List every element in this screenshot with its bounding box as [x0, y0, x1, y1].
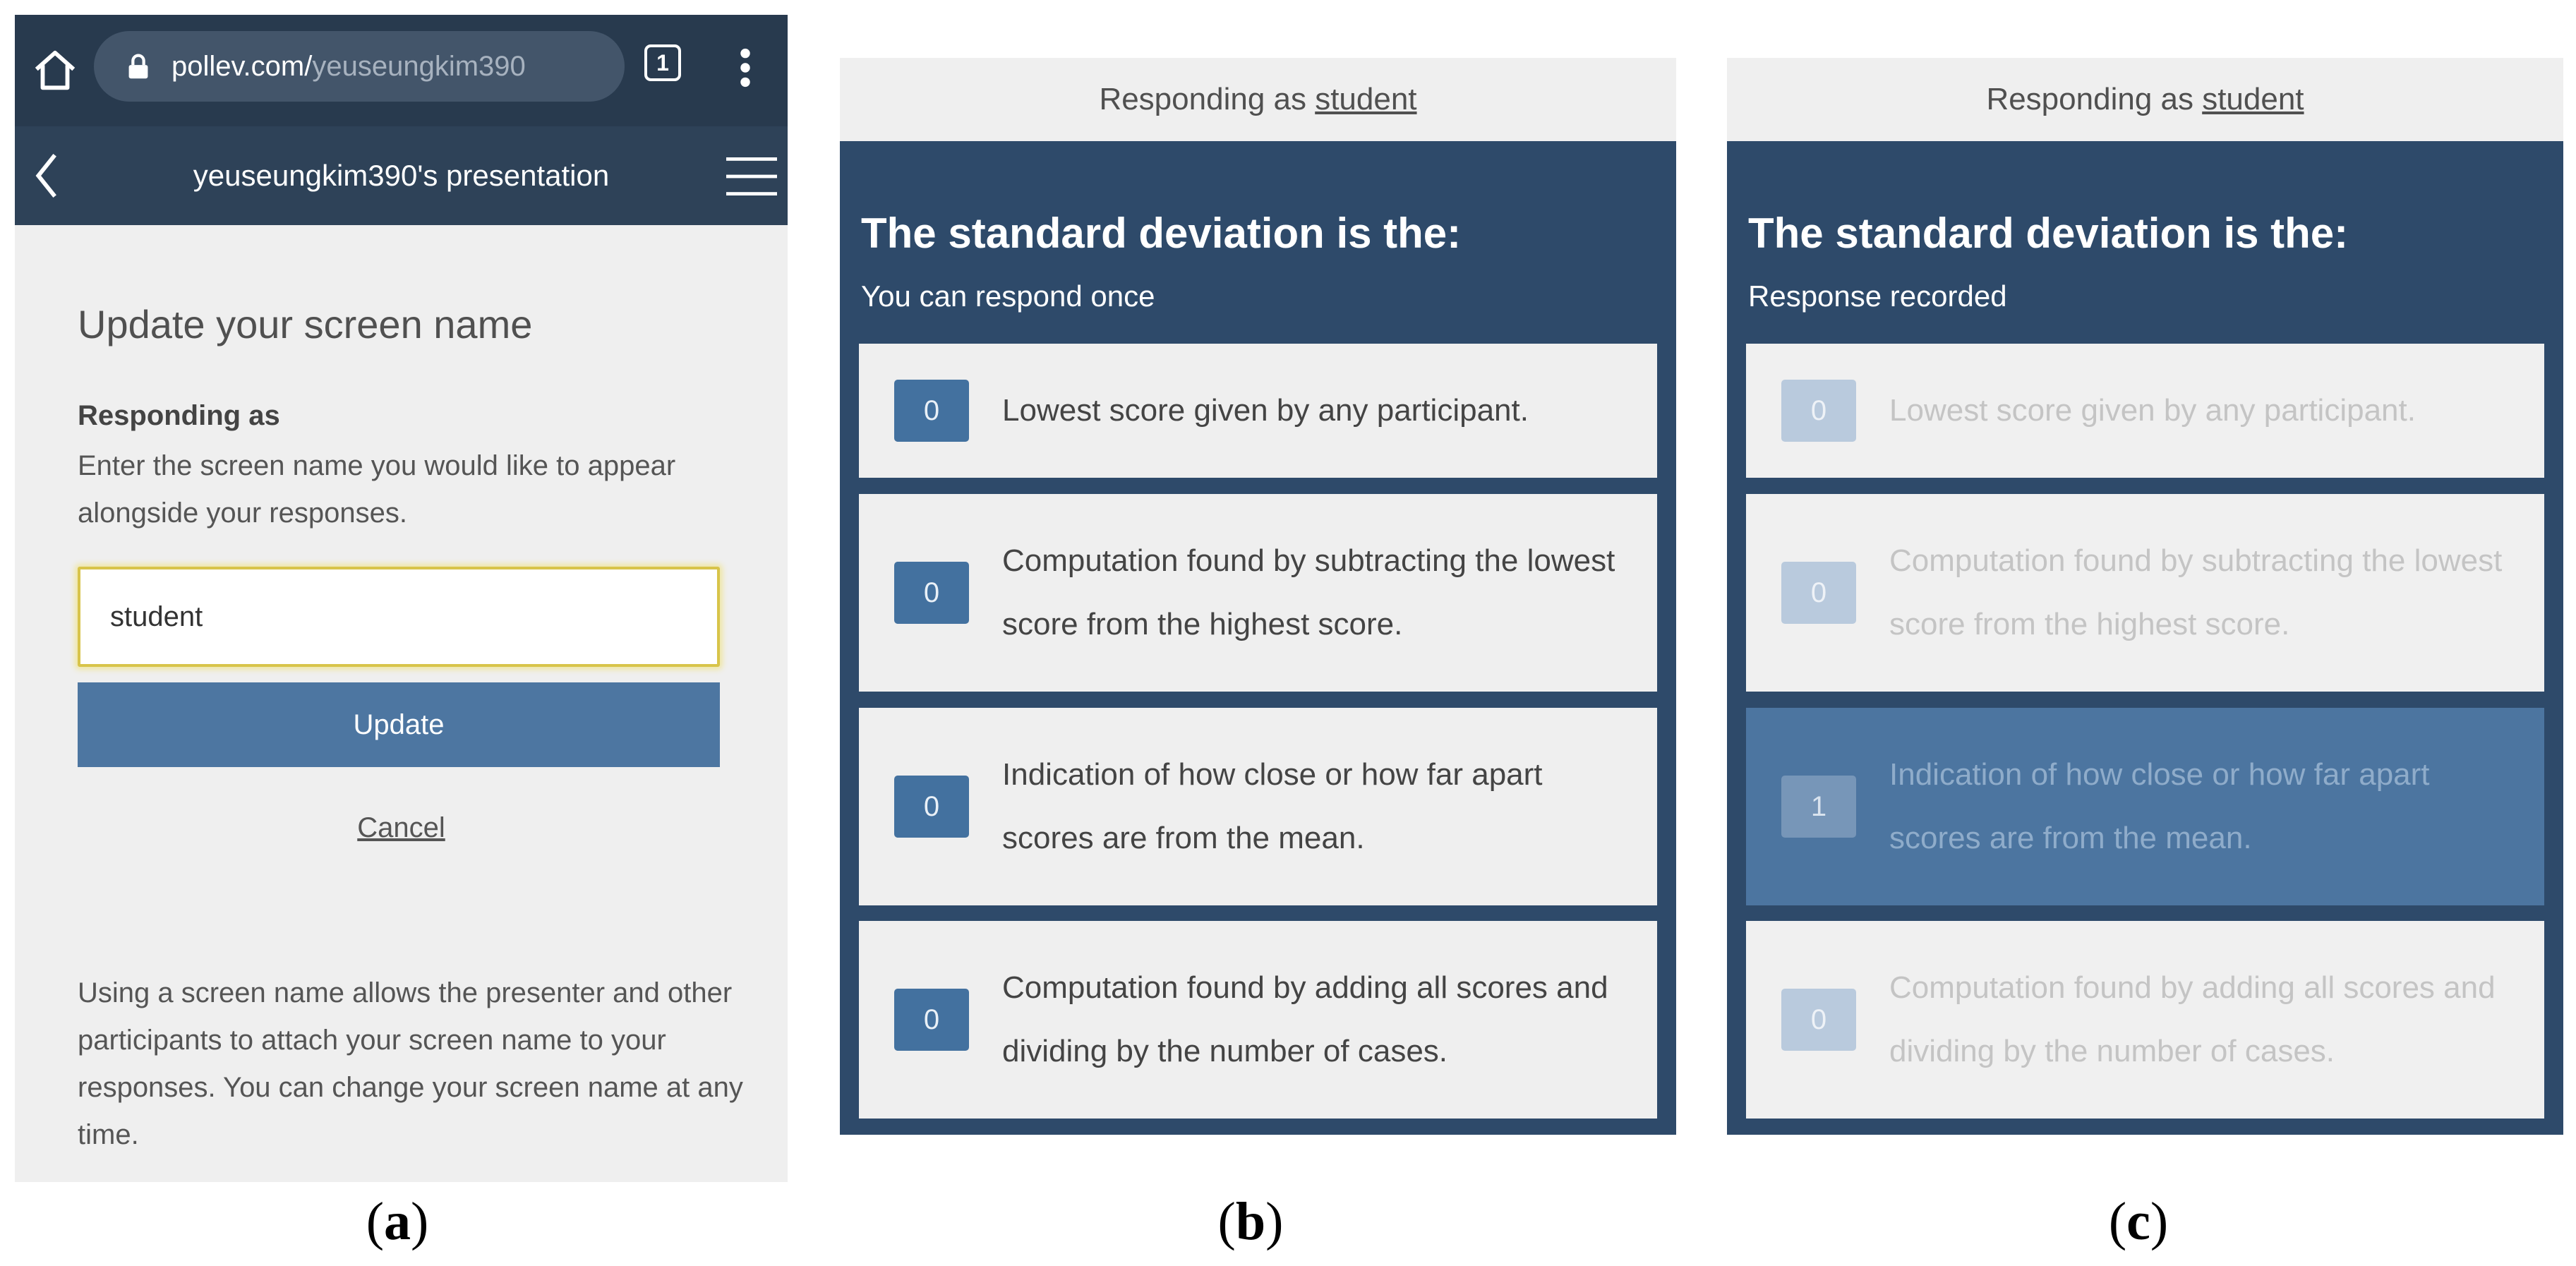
poll-body: The standard deviation is the: Response … — [1727, 141, 2563, 1135]
poll-option: 0 Lowest score given by any participant. — [1746, 344, 2544, 478]
responding-name-link[interactable]: student — [1315, 82, 1416, 116]
option-text: Computation found by subtracting the low… — [1002, 543, 1615, 641]
caption-c: (c) — [2108, 1192, 2169, 1251]
poll-body: The standard deviation is the: You can r… — [840, 141, 1676, 1135]
option-count-badge: 0 — [894, 380, 969, 442]
presentation-title: yeuseungkim390's presentation — [193, 159, 610, 192]
instructions-text: Enter the screen name you would like to … — [78, 450, 676, 529]
option-text: Lowest score given by any participant. — [1002, 393, 1529, 428]
poll-question: The standard deviation is the: — [1748, 210, 2349, 257]
option-count-badge: 0 — [894, 776, 969, 838]
option-text: Computation found by subtracting the low… — [1889, 543, 2503, 641]
app-title-bar: yeuseungkim390's presentation — [15, 126, 788, 225]
option-text: Indication of how close or how far apart… — [1002, 757, 1543, 855]
poll-question: The standard deviation is the: — [861, 210, 1462, 257]
caption-c-letter: c — [2126, 1192, 2150, 1251]
responding-prefix: Responding as — [1099, 82, 1316, 116]
poll-option-selected: 1 Indication of how close or how far apa… — [1746, 708, 2544, 905]
poll-option: 0 Computation found by adding all scores… — [1746, 921, 2544, 1119]
update-button[interactable]: Update — [78, 682, 720, 767]
poll-option[interactable]: 0 Computation found by subtracting the l… — [859, 494, 1657, 692]
caption-b: (b) — [1217, 1192, 1284, 1251]
option-count-badge: 0 — [1781, 989, 1856, 1051]
poll-option: 0 Computation found by subtracting the l… — [1746, 494, 2544, 692]
caption-a-letter: a — [384, 1192, 411, 1251]
option-text: Lowest score given by any participant. — [1889, 393, 2416, 428]
url-text: pollev.com/yeuseungkim390 — [171, 31, 526, 102]
address-bar[interactable]: pollev.com/yeuseungkim390 — [94, 31, 625, 102]
option-count-badge: 0 — [1781, 380, 1856, 442]
url-host: pollev.com/ — [171, 51, 313, 82]
responding-as-label: Responding as — [78, 400, 280, 431]
caption-b-letter: b — [1235, 1192, 1266, 1251]
option-text: Computation found by adding all scores a… — [1002, 970, 1608, 1068]
poll-open-panel: Responding as student The standard devia… — [840, 58, 1676, 1135]
screen-name-panel: pollev.com/yeuseungkim390 1 yeuseungkim3… — [15, 15, 788, 1182]
poll-option[interactable]: 0 Indication of how close or how far apa… — [859, 708, 1657, 905]
option-count-badge: 0 — [894, 989, 969, 1051]
tabs-icon[interactable]: 1 — [644, 44, 681, 81]
option-count-badge: 0 — [1781, 562, 1856, 624]
option-count-badge: 0 — [894, 562, 969, 624]
url-path: yeuseungkim390 — [312, 51, 526, 82]
hamburger-menu-icon[interactable] — [726, 155, 777, 198]
browser-toolbar: pollev.com/yeuseungkim390 1 — [15, 15, 788, 126]
poll-recorded-panel: Responding as student The standard devia… — [1727, 58, 2563, 1135]
option-text: Computation found by adding all scores a… — [1889, 970, 2496, 1068]
screen-name-input[interactable] — [78, 567, 720, 667]
lock-icon — [128, 54, 148, 79]
option-text: Indication of how close or how far apart… — [1889, 757, 2430, 855]
responding-as-header: Responding as student — [1727, 58, 2563, 141]
more-vert-icon[interactable] — [735, 43, 756, 92]
poll-status: You can respond once — [861, 279, 1155, 313]
responding-prefix: Responding as — [1986, 82, 2203, 116]
cancel-link[interactable]: Cancel — [15, 812, 788, 844]
poll-status: Response recorded — [1748, 279, 2007, 313]
responding-name-link[interactable]: student — [2202, 82, 2304, 116]
poll-option[interactable]: 0 Computation found by adding all scores… — [859, 921, 1657, 1119]
caption-a: (a) — [366, 1192, 429, 1251]
home-icon[interactable] — [30, 47, 80, 96]
responding-as-header: Responding as student — [840, 58, 1676, 141]
screen-name-info-text: Using a screen name allows the presenter… — [78, 977, 743, 1150]
poll-option[interactable]: 0 Lowest score given by any participant. — [859, 344, 1657, 478]
option-count-badge: 1 — [1781, 776, 1856, 838]
form-heading: Update your screen name — [78, 302, 533, 346]
